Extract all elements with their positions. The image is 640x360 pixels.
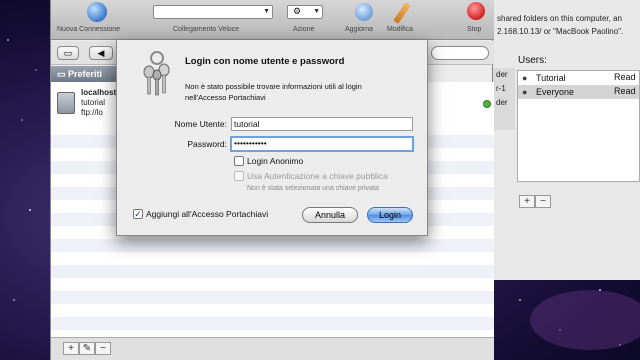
users-label: Users: [518, 55, 547, 66]
user-name: Tutorial [536, 73, 566, 83]
stop-label: Stop [467, 26, 482, 33]
edit-label: Modifica [387, 26, 414, 33]
login-sheet: Login con nome utente e password Non è s… [116, 40, 428, 236]
stop-button[interactable]: Stop [461, 0, 491, 40]
strip-text: der [496, 98, 508, 107]
sharing-description-line: shared folders on this computer, an [497, 14, 622, 23]
new-connection-button[interactable]: Nuova Connessione [57, 0, 120, 40]
list-row [51, 317, 494, 330]
add-user-button[interactable]: + [519, 195, 535, 208]
new-connection-label: Nuova Connessione [57, 26, 121, 33]
user-permission[interactable]: Read [614, 86, 636, 96]
user-row[interactable]: ● Everyone Read [518, 85, 639, 99]
list-row [51, 252, 494, 265]
sharing-description-line: 2.168.10.13/ or "MacBook Paolino". [497, 27, 624, 36]
user-row[interactable]: ● Tutorial Read [518, 71, 639, 85]
quick-connect-item: Collegamento Veloce [169, 0, 269, 40]
add-to-keychain-label: Aggiungi all'Accesso Portachiavi [146, 209, 269, 219]
password-label: Password: [187, 139, 227, 149]
list-row [51, 278, 494, 291]
remove-user-button[interactable]: − [535, 195, 551, 208]
password-field[interactable]: ••••••••••• [230, 136, 414, 152]
remove-bookmark-button[interactable]: − [95, 342, 111, 355]
pencil-icon: ✎ [82, 343, 92, 354]
group-icon: ● [522, 87, 528, 97]
list-row [51, 304, 494, 317]
favorites-label: Preferiti [68, 69, 103, 79]
actions-item: Azione [289, 0, 323, 40]
refresh-label: Aggiorna [345, 26, 374, 33]
favorites-header[interactable]: ▭ Preferiti [51, 66, 121, 82]
quick-connect-label: Collegamento Veloce [173, 26, 240, 33]
list-row [51, 239, 494, 252]
edit-bookmark-button[interactable]: ✎ [79, 342, 95, 355]
bottom-bar: + ✎ − [51, 337, 494, 360]
sheet-title: Login con nome utente e password [185, 56, 345, 67]
refresh-icon [355, 3, 373, 21]
bookmark-text: localhost tutorial ftp://lo [81, 88, 116, 118]
users-list[interactable]: ● Tutorial Read ● Everyone Read [517, 70, 640, 182]
list-row [51, 265, 494, 278]
bookmark-title: localhost [81, 88, 117, 97]
search-field[interactable] [431, 46, 489, 60]
no-private-key-note: Non è stata selezionata una chiave priva… [247, 185, 379, 192]
user-name: Everyone [536, 87, 575, 97]
actions-label: Azione [293, 26, 315, 33]
add-bookmark-button[interactable]: + [63, 342, 79, 355]
strip-text: der [496, 70, 508, 79]
user-icon: ● [522, 73, 528, 83]
back-button[interactable]: ◀ [89, 46, 113, 60]
keychain-icon [143, 51, 170, 96]
edit-button[interactable]: Modifica [385, 0, 425, 40]
pencil-icon [393, 2, 411, 24]
bookmark-url: ftp://lo [81, 108, 103, 117]
status-online-icon [483, 100, 491, 108]
strip-text: r-1 [496, 84, 506, 93]
username-field[interactable]: tutorial [231, 117, 413, 131]
bookmark-user: tutorial [81, 98, 106, 107]
cancel-button[interactable]: Annulla [302, 207, 358, 223]
toolbar: Nuova Connessione ▼ Collegamento Veloce … [51, 0, 494, 40]
book-icon: ▭ [63, 48, 73, 58]
refresh-button[interactable]: Aggiorna [343, 0, 383, 40]
book-icon: ▭ [57, 69, 69, 79]
sharing-window-strip: der r-1 der [493, 68, 515, 130]
server-icon [57, 92, 75, 114]
username-label: Nome Utente: [174, 119, 227, 129]
public-key-label: Usa Autenticazione a chiave pubblica [247, 171, 388, 181]
sheet-message: Non è stato possibile trovare informazio… [185, 82, 362, 102]
globe-icon [87, 2, 107, 22]
public-key-checkbox [234, 171, 244, 181]
users-buttons: + − [519, 195, 551, 208]
bookmarks-toggle-button[interactable]: ▭ [57, 46, 79, 60]
add-to-keychain-checkbox[interactable]: ✓ [133, 209, 143, 219]
list-row [51, 291, 494, 304]
anonymous-login-checkbox[interactable] [234, 156, 244, 166]
anonymous-login-label: Login Anonimo [247, 156, 304, 166]
sharing-description: shared folders on this computer, an 2.16… [497, 12, 640, 38]
user-permission[interactable]: Read [614, 72, 636, 82]
back-arrow-icon: ◀ [97, 48, 105, 58]
login-button[interactable]: Login [367, 207, 413, 223]
stop-icon [467, 2, 485, 20]
